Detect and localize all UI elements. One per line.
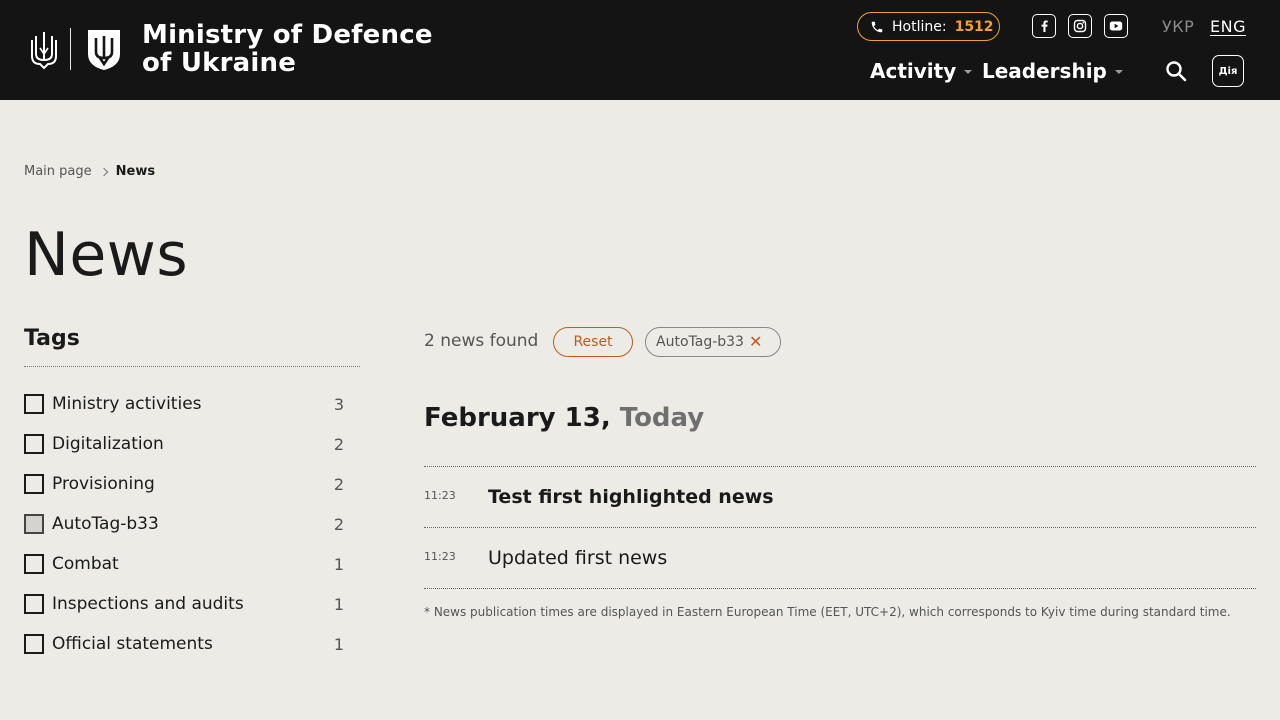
news-divider (424, 466, 1256, 467)
tag-count: 1 (333, 634, 344, 654)
hotline-label: Hotline: (892, 18, 947, 35)
tag-label: Digitalization (52, 434, 164, 454)
site-brand-title[interactable]: Ministry of Defence of Ukraine (142, 21, 433, 77)
page-title: News (24, 220, 189, 290)
breadcrumb-home-link[interactable]: Main page (24, 164, 92, 179)
breadcrumb-current: News (115, 164, 156, 179)
tag-label: Combat (52, 554, 119, 574)
news-time: 11:23 (424, 489, 456, 502)
reset-filters-button[interactable]: Reset (553, 327, 633, 357)
tag-label: AutoTag-b33 (52, 514, 159, 534)
tag-count: 2 (333, 474, 344, 494)
active-filter-label: AutoTag-b33 (656, 334, 744, 350)
ministry-shield-icon[interactable] (86, 28, 122, 72)
date-today-label: Today (619, 403, 705, 433)
brand-line-2: of Ukraine (142, 48, 297, 78)
date-label: February 13, (424, 403, 611, 433)
hotline-number: 1512 (954, 18, 994, 35)
hotline-button[interactable]: Hotline: 1512 (857, 12, 1000, 41)
coat-of-arms-icon[interactable] (30, 30, 58, 70)
timezone-footnote: * News publication times are displayed i… (424, 605, 1231, 619)
tag-filter-item[interactable]: Official statements 1 (24, 632, 344, 656)
tags-divider (24, 366, 360, 367)
tag-checkbox[interactable] (24, 554, 44, 574)
tag-count: 2 (333, 514, 344, 534)
date-group-heading: February 13, Today (424, 403, 704, 433)
tag-label: Provisioning (52, 474, 155, 494)
news-title-link[interactable]: Updated first news (488, 547, 667, 569)
chevron-down-icon (1114, 70, 1123, 74)
facebook-icon[interactable] (1032, 14, 1056, 38)
nav-leadership[interactable]: Leadership (982, 59, 1123, 83)
tag-filter-item[interactable]: Ministry activities 3 (24, 392, 344, 416)
phone-icon (871, 21, 883, 32)
tag-filter-item[interactable]: Combat 1 (24, 552, 344, 576)
logo-divider (70, 28, 71, 70)
tag-checkbox[interactable] (24, 394, 44, 414)
nav-leadership-label: Leadership (982, 59, 1107, 83)
news-title-link[interactable]: Test first highlighted news (488, 486, 774, 508)
instagram-icon[interactable] (1068, 14, 1092, 38)
tag-label: Official statements (52, 634, 213, 654)
tag-checkbox[interactable] (24, 634, 44, 654)
tag-checkbox[interactable] (24, 434, 44, 454)
results-count: 2 news found (424, 331, 539, 351)
tag-filter-item[interactable]: Inspections and audits 1 (24, 592, 344, 616)
chevron-right-icon (99, 167, 108, 176)
nav-activity[interactable]: Activity (870, 59, 973, 83)
close-icon[interactable]: ✕ (749, 334, 762, 350)
lang-ukr-link[interactable]: УКР (1162, 17, 1194, 36)
search-icon[interactable] (1164, 59, 1188, 83)
nav-activity-label: Activity (870, 59, 957, 83)
chevron-down-icon (964, 70, 973, 74)
tag-filter-item[interactable]: Digitalization 2 (24, 432, 344, 456)
active-filter-chip[interactable]: AutoTag-b33 ✕ (645, 327, 781, 357)
tag-checkbox[interactable] (24, 474, 44, 494)
tag-count: 1 (333, 554, 344, 574)
tag-label: Inspections and audits (52, 594, 244, 614)
tag-filter-item[interactable]: Provisioning 2 (24, 472, 344, 496)
tag-count: 1 (333, 594, 344, 614)
site-header: Ministry of Defence of Ukraine Hotline: … (0, 0, 1280, 100)
news-divider (424, 588, 1256, 589)
tag-label: Ministry activities (52, 394, 202, 414)
youtube-icon[interactable] (1104, 14, 1128, 38)
tag-checkbox[interactable] (24, 594, 44, 614)
lang-eng-link[interactable]: ENG (1210, 17, 1246, 36)
brand-line-1: Ministry of Defence (142, 20, 433, 50)
tag-filter-item[interactable]: AutoTag-b33 2 (24, 512, 344, 536)
breadcrumb: Main page News (24, 164, 155, 179)
tag-count: 2 (333, 434, 344, 454)
tags-heading: Tags (24, 326, 80, 351)
news-divider (424, 527, 1256, 528)
news-time: 11:23 (424, 550, 456, 563)
diia-button[interactable]: Дія (1212, 55, 1244, 87)
tag-checkbox-checked[interactable] (24, 514, 44, 534)
tag-count: 3 (333, 394, 344, 414)
